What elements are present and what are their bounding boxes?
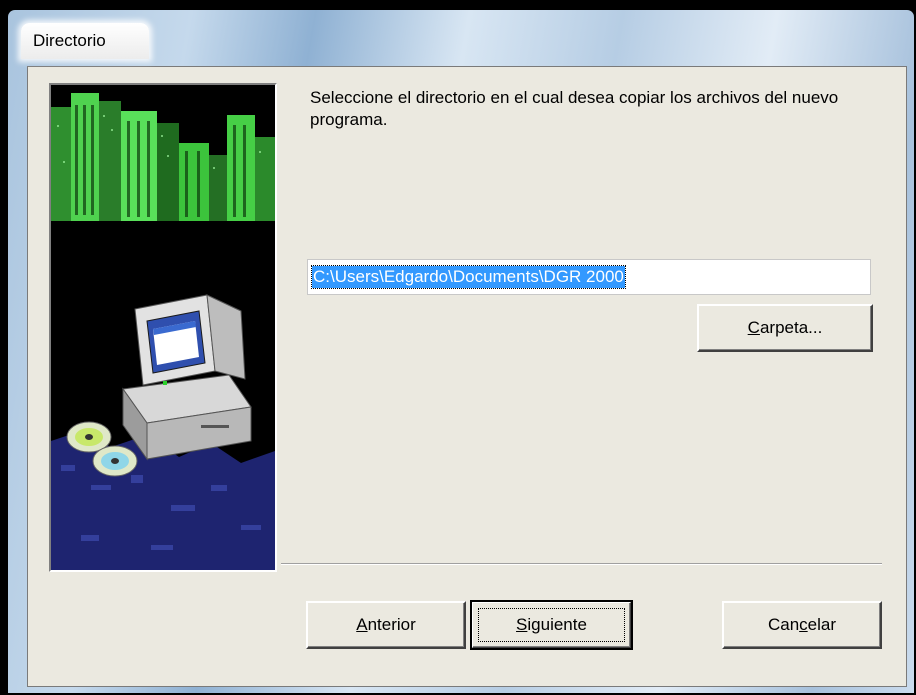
instruction-text: Seleccione el directorio en el cual dese… xyxy=(310,88,839,129)
destination-path-value[interactable]: C:\Users\Edgardo\Documents\DGR 2000 xyxy=(311,265,626,289)
focus-ring xyxy=(478,608,625,642)
browse-folder-button[interactable]: Carpeta... xyxy=(697,304,873,352)
city-computer-illustration xyxy=(51,93,275,570)
cancel-button[interactable]: Cancelar xyxy=(722,601,882,649)
computer-icon xyxy=(122,294,252,461)
screen: Directorio Seleccione el directorio en e… xyxy=(0,0,916,695)
setup-illustration xyxy=(49,83,277,572)
window-title: Directorio xyxy=(33,31,106,50)
button-separator xyxy=(281,563,882,565)
dialog-client-area: Seleccione el directorio en el cual dese… xyxy=(27,66,907,687)
back-button[interactable]: Anterior xyxy=(306,601,466,649)
next-button[interactable]: Siguiente xyxy=(470,600,633,650)
browse-button-label: Carpeta... xyxy=(747,318,823,337)
back-button-label: Anterior xyxy=(356,615,416,634)
destination-path-input[interactable]: C:\Users\Edgardo\Documents\DGR 2000 xyxy=(307,259,871,295)
title-bar[interactable]: Directorio xyxy=(21,23,149,59)
cancel-button-label: Cancelar xyxy=(767,615,837,634)
city-skyline xyxy=(51,93,275,221)
